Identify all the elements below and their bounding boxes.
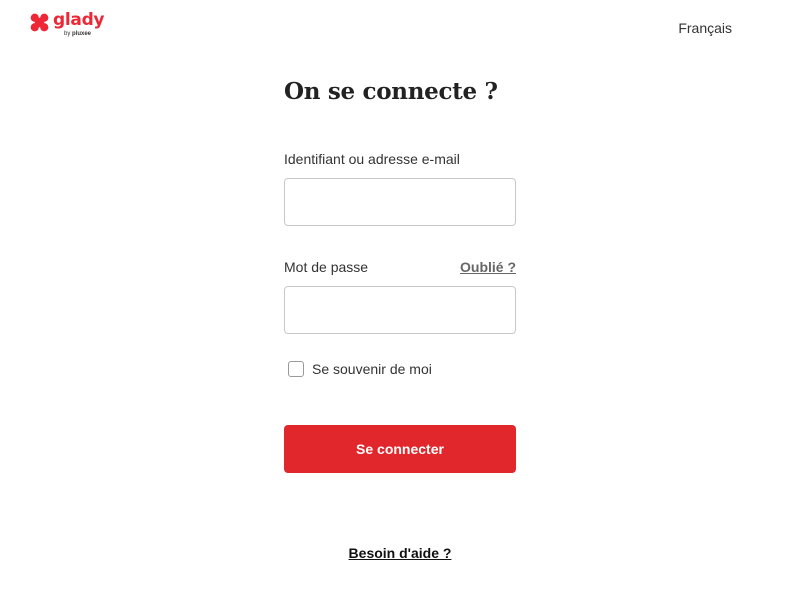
language-selector[interactable]: Français bbox=[678, 20, 732, 36]
page-title: On se connecte ? bbox=[284, 78, 498, 105]
forgot-password-link[interactable]: Oublié ? bbox=[460, 259, 516, 275]
help-section: Besoin d'aide ? bbox=[0, 545, 800, 561]
login-form: On se connecte ? Identifiant ou adresse … bbox=[284, 76, 516, 473]
pluxee-tagline: by pluxee bbox=[64, 31, 92, 37]
email-field[interactable] bbox=[284, 178, 516, 226]
glady-logo[interactable]: glady by pluxee bbox=[30, 10, 110, 41]
glady-logo-wordmark: glady bbox=[53, 10, 105, 30]
login-page: glady by pluxee Français On se connecte … bbox=[0, 0, 800, 600]
password-field[interactable] bbox=[284, 286, 516, 334]
glady-logo-mark-icon bbox=[30, 13, 49, 32]
email-label: Identifiant ou adresse e-mail bbox=[284, 151, 460, 167]
help-link[interactable]: Besoin d'aide ? bbox=[349, 545, 452, 561]
password-label: Mot de passe bbox=[284, 259, 369, 275]
remember-me-checkbox[interactable] bbox=[288, 361, 304, 377]
remember-me-label: Se souvenir de moi bbox=[312, 361, 432, 377]
login-button[interactable]: Se connecter bbox=[284, 425, 516, 473]
remember-me-option[interactable]: Se souvenir de moi bbox=[288, 361, 432, 377]
